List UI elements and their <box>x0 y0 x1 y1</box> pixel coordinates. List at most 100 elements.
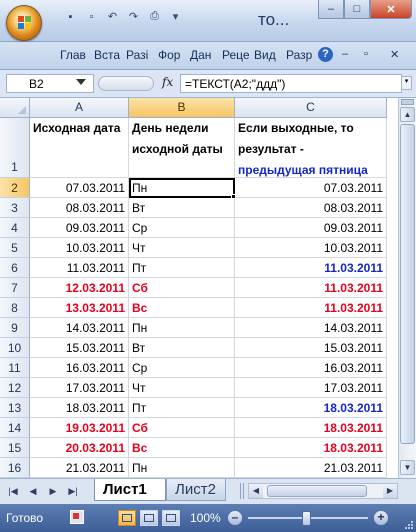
cell-c3[interactable]: 08.03.2011 <box>235 198 387 218</box>
column-header-a[interactable]: A <box>30 98 129 118</box>
horizontal-scrollbar[interactable]: ◀ ▶ <box>248 483 398 499</box>
formula-input[interactable]: =ТЕКСТ(A2;"ддд") <box>180 74 402 93</box>
properties-icon[interactable]: ▫ <box>83 8 100 25</box>
cell-a1[interactable]: Исходная дата <box>30 118 129 178</box>
row-header-6[interactable]: 6 <box>0 258 30 278</box>
scroll-up-icon[interactable]: ▲ <box>400 107 415 122</box>
minimize-button[interactable]: – <box>318 0 344 19</box>
formula-bar-splitter[interactable] <box>98 76 154 91</box>
cell-c5[interactable]: 10.03.2011 <box>235 238 387 258</box>
cell-a6[interactable]: 11.03.2011 <box>30 258 129 278</box>
cell-c4[interactable]: 09.03.2011 <box>235 218 387 238</box>
resize-grip-icon[interactable] <box>404 520 414 530</box>
ribbon-tab-6[interactable]: Реце <box>222 48 250 62</box>
save-icon[interactable]: ▪ <box>62 8 79 25</box>
cell-a4[interactable]: 09.03.2011 <box>30 218 129 238</box>
maximize-button[interactable]: □ <box>344 0 370 19</box>
row-header-2[interactable]: 2 <box>0 178 30 198</box>
cell-a3[interactable]: 08.03.2011 <box>30 198 129 218</box>
scroll-left-icon[interactable]: ◀ <box>249 484 263 498</box>
cell-a5[interactable]: 10.03.2011 <box>30 238 129 258</box>
ribbon-tab-1[interactable]: Глав <box>60 48 86 62</box>
cell-c7[interactable]: 11.03.2011 <box>235 278 387 298</box>
page-layout-view-button[interactable] <box>140 510 158 526</box>
column-header-c[interactable]: C <box>235 98 387 118</box>
first-sheet-icon[interactable]: |◀ <box>6 485 20 497</box>
cell-c15[interactable]: 18.03.2011 <box>235 438 387 458</box>
cell-b14[interactable]: Сб <box>129 418 235 438</box>
zoom-level[interactable]: 100% <box>190 511 221 525</box>
print-icon[interactable]: ⎙ <box>146 8 163 25</box>
redo-icon[interactable]: ↷ <box>125 8 142 25</box>
vertical-scrollbar[interactable]: ▲ ▼ <box>398 98 416 478</box>
cell-c8[interactable]: 11.03.2011 <box>235 298 387 318</box>
horizontal-scroll-thumb[interactable] <box>267 485 367 497</box>
cell-a14[interactable]: 19.03.2011 <box>30 418 129 438</box>
macro-record-icon[interactable] <box>70 510 84 524</box>
cell-b8[interactable]: Вс <box>129 298 235 318</box>
row-header-12[interactable]: 12 <box>0 378 30 398</box>
cell-a15[interactable]: 20.03.2011 <box>30 438 129 458</box>
cell-b7[interactable]: Сб <box>129 278 235 298</box>
insert-function-button[interactable]: fx <box>162 75 173 89</box>
cell-b16[interactable]: Пн <box>129 458 235 478</box>
row-header-10[interactable]: 10 <box>0 338 30 358</box>
ribbon-minimize-button[interactable]: – <box>342 48 348 60</box>
normal-view-button[interactable] <box>118 510 136 526</box>
zoom-out-button[interactable]: – <box>228 511 242 525</box>
row-header-16[interactable]: 16 <box>0 458 30 478</box>
ribbon-tab-8[interactable]: Разр <box>286 48 312 62</box>
last-sheet-icon[interactable]: ▶| <box>66 485 80 497</box>
vertical-scroll-thumb[interactable] <box>400 124 415 444</box>
row-header-9[interactable]: 9 <box>0 318 30 338</box>
cell-b9[interactable]: Пн <box>129 318 235 338</box>
row-header-3[interactable]: 3 <box>0 198 30 218</box>
cell-c11[interactable]: 16.03.2011 <box>235 358 387 378</box>
cell-c16[interactable]: 21.03.2011 <box>235 458 387 478</box>
cell-a10[interactable]: 15.03.2011 <box>30 338 129 358</box>
prev-sheet-icon[interactable]: ◀ <box>26 485 40 497</box>
ribbon-tab-2[interactable]: Вста <box>94 48 120 62</box>
row-header-15[interactable]: 15 <box>0 438 30 458</box>
customize-icon[interactable]: ▾ <box>167 8 184 25</box>
scroll-right-icon[interactable]: ▶ <box>383 484 397 498</box>
cell-b5[interactable]: Чт <box>129 238 235 258</box>
row-header-4[interactable]: 4 <box>0 218 30 238</box>
cell-b1[interactable]: День недели исходной даты <box>129 118 235 178</box>
column-header-b[interactable]: B <box>129 98 235 118</box>
cell-b2[interactable]: Пн <box>129 178 235 198</box>
cell-b3[interactable]: Вт <box>129 198 235 218</box>
cell-a16[interactable]: 21.03.2011 <box>30 458 129 478</box>
undo-icon[interactable]: ↶ <box>104 8 121 25</box>
row-header-7[interactable]: 7 <box>0 278 30 298</box>
sheet-tab-2[interactable]: Лист2 <box>166 479 226 501</box>
cell-c1[interactable]: Если выходные, то результат - предыдущая… <box>235 118 387 178</box>
page-break-view-button[interactable] <box>162 510 180 526</box>
cell-c12[interactable]: 17.03.2011 <box>235 378 387 398</box>
ribbon-tab-5[interactable]: Дан <box>190 48 211 62</box>
cell-a11[interactable]: 16.03.2011 <box>30 358 129 378</box>
cell-c2[interactable]: 07.03.2011 <box>235 178 387 198</box>
ribbon-close-button[interactable]: ✕ <box>390 48 399 61</box>
ribbon-tab-3[interactable]: Разі <box>126 48 148 62</box>
cell-a7[interactable]: 12.03.2011 <box>30 278 129 298</box>
cell-b12[interactable]: Чт <box>129 378 235 398</box>
cell-c9[interactable]: 14.03.2011 <box>235 318 387 338</box>
scroll-down-icon[interactable]: ▼ <box>400 460 415 475</box>
fill-handle[interactable] <box>231 194 236 199</box>
cell-b10[interactable]: Вт <box>129 338 235 358</box>
zoom-in-button[interactable]: + <box>374 511 388 525</box>
cell-c14[interactable]: 18.03.2011 <box>235 418 387 438</box>
next-sheet-icon[interactable]: ▶ <box>46 485 60 497</box>
ribbon-tab-7[interactable]: Вид <box>254 48 276 62</box>
row-header-1[interactable]: 1 <box>0 118 30 178</box>
cell-c13[interactable]: 18.03.2011 <box>235 398 387 418</box>
cell-a2[interactable]: 07.03.2011 <box>30 178 129 198</box>
row-header-5[interactable]: 5 <box>0 238 30 258</box>
cell-c10[interactable]: 15.03.2011 <box>235 338 387 358</box>
row-header-8[interactable]: 8 <box>0 298 30 318</box>
expand-formula-bar-icon[interactable]: ▾ <box>401 76 412 90</box>
row-header-11[interactable]: 11 <box>0 358 30 378</box>
ribbon-restore-button[interactable]: ▫ <box>364 48 368 60</box>
cell-b15[interactable]: Вс <box>129 438 235 458</box>
